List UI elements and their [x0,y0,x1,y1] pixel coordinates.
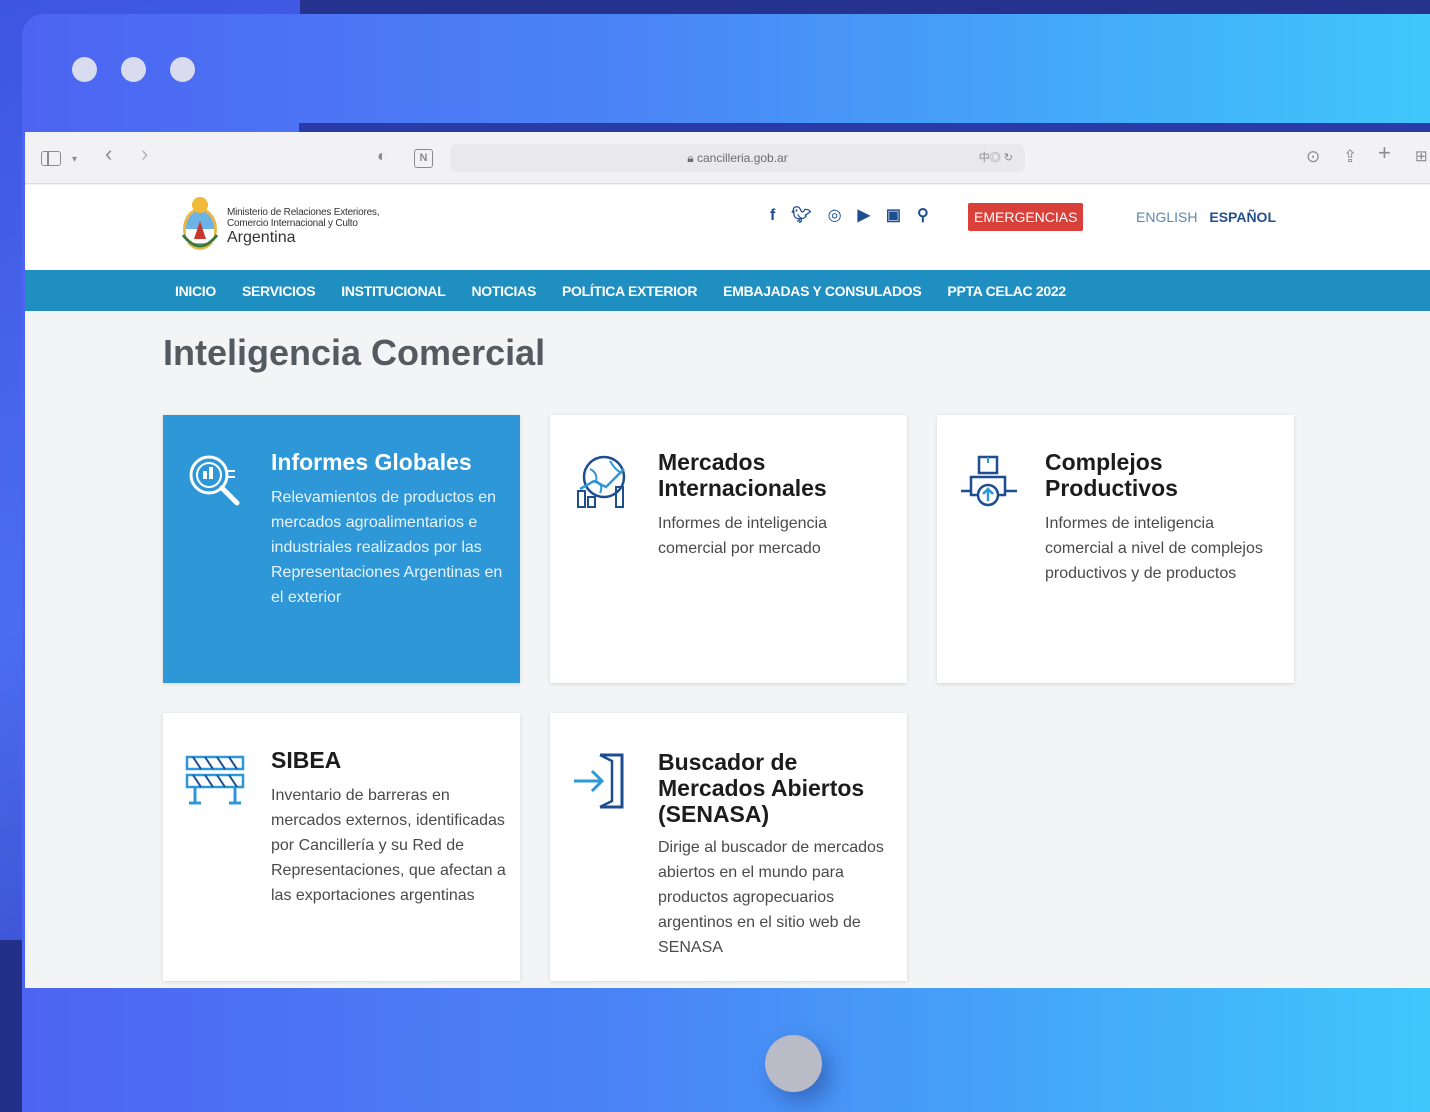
browser-viewport: ▾ ‹ › ◐ N 🔒︎ cancilleria.gob.ar 中◎ ↻ ⊙ ⇪… [25,132,1430,988]
magnifier-chart-icon [189,455,240,506]
share-icon[interactable]: ⇪ [1343,147,1357,167]
twitter-icon[interactable]: 🐦︎ [791,205,811,227]
backdrop-top [300,0,1430,14]
url-text: cancilleria.gob.ar [697,151,788,165]
download-icon[interactable]: ⊙ [1306,147,1320,167]
nav-item-noticias[interactable]: NOTICIAS [472,283,537,299]
nav-item-servicios[interactable]: SERVICIOS [242,283,316,299]
window-minimize-dot[interactable] [121,57,146,82]
card-title: Informes Globales [271,449,472,475]
search-icon[interactable]: ⚲ [917,205,929,227]
flickr-icon[interactable]: ▣ [886,205,901,227]
window-zoom-dot[interactable] [170,57,195,82]
facebook-icon[interactable]: f [770,205,775,227]
instagram-icon[interactable]: ◎ [828,205,842,227]
new-tab-icon[interactable]: + [1378,142,1391,164]
logo-line-3: Argentina [227,229,296,246]
card-mercados-internacionales[interactable]: Mercados Internacionales Informes de int… [550,415,907,683]
card-informes-globales[interactable]: Informes Globales Relevamientos de produ… [163,415,520,683]
lang-english-link[interactable]: ENGLISH [1136,209,1197,225]
enter-door-icon [574,753,624,809]
logo-line-1: Ministerio de Relaciones Exteriores, [227,207,380,218]
card-title: SIBEA [271,747,342,773]
argentina-coat-of-arms-icon[interactable] [180,195,220,253]
main-nav: INICIO SERVICIOS INSTITUCIONAL NOTICIAS … [25,270,1430,311]
social-links: f 🐦︎ ◎ ▶ ▣ ⚲ [770,205,929,227]
window-controls [72,57,195,82]
card-description: Informes de inteligencia comercial por m… [658,515,827,557]
slider-knob[interactable] [765,1035,822,1092]
card-description: Relevamientos de productos en mercados a… [271,489,503,606]
card-description: Dirige al buscador de mercados abiertos … [658,839,884,956]
ministry-logo-text[interactable]: Ministerio de Relaciones Exteriores, Com… [227,207,380,247]
nav-item-politica-exterior[interactable]: POLÍTICA EXTERIOR [562,283,697,299]
translate-reload-icons[interactable]: 中◎ ↻ [979,144,1013,172]
globe-chart-icon [577,455,626,508]
card-title: Mercados Internacionales [658,449,827,501]
nav-item-inicio[interactable]: INICIO [175,283,216,299]
nav-item-ppta-celac[interactable]: PPTA CELAC 2022 [947,283,1066,299]
card-title: Complejos Productivos [1045,449,1178,501]
page-title: Inteligencia Comercial [163,332,546,373]
browser-toolbar: ▾ ‹ › ◐ N 🔒︎ cancilleria.gob.ar 中◎ ↻ ⊙ ⇪… [25,132,1430,184]
nav-item-embajadas[interactable]: EMBAJADAS Y CONSULADOS [723,283,922,299]
sidebar-toggle-icon[interactable] [41,151,61,166]
window-title-divider [299,123,1430,132]
tab-overview-icon[interactable]: ⊞ [1415,147,1428,167]
card-sibea[interactable]: SIBEA Inventario de barreras en mercados… [163,713,520,981]
youtube-icon[interactable]: ▶ [858,205,870,227]
card-complejos-productivos[interactable]: Complejos Productivos Informes de inteli… [937,415,1294,683]
forward-arrow-icon[interactable]: › [141,143,148,165]
card-title: Buscador de Mercados Abiertos (SENASA) [658,749,865,827]
window-close-dot[interactable] [72,57,97,82]
privacy-shield-icon[interactable]: ◐ [377,147,387,167]
address-bar[interactable]: 🔒︎ cancilleria.gob.ar 中◎ ↻ [450,144,1025,172]
lock-icon: 🔒︎ [687,151,697,165]
backdrop-bottom-left [0,940,22,1112]
card-description: Informes de inteligencia comercial a niv… [1045,515,1263,582]
emergencias-button[interactable]: EMERGENCIAS [968,203,1084,231]
language-switcher: ENGLISH ESPAÑOL [1136,209,1276,225]
site-header: Ministerio de Relaciones Exteriores, Com… [25,185,1430,270]
card-description: Inventario de barreras en mercados exter… [271,787,506,904]
logo-line-2: Comercio Internacional y Culto [227,218,358,229]
lang-spanish-link[interactable]: ESPAÑOL [1209,209,1276,225]
back-arrow-icon[interactable]: ‹ [105,143,112,165]
notion-extension-icon[interactable]: N [414,149,433,168]
barrier-icon [185,755,245,805]
card-buscador-senasa[interactable]: Buscador de Mercados Abiertos (SENASA) D… [550,713,907,981]
chevron-down-icon[interactable]: ▾ [72,150,77,170]
nav-item-institucional[interactable]: INSTITUCIONAL [341,283,446,299]
package-hand-icon [961,455,1017,507]
